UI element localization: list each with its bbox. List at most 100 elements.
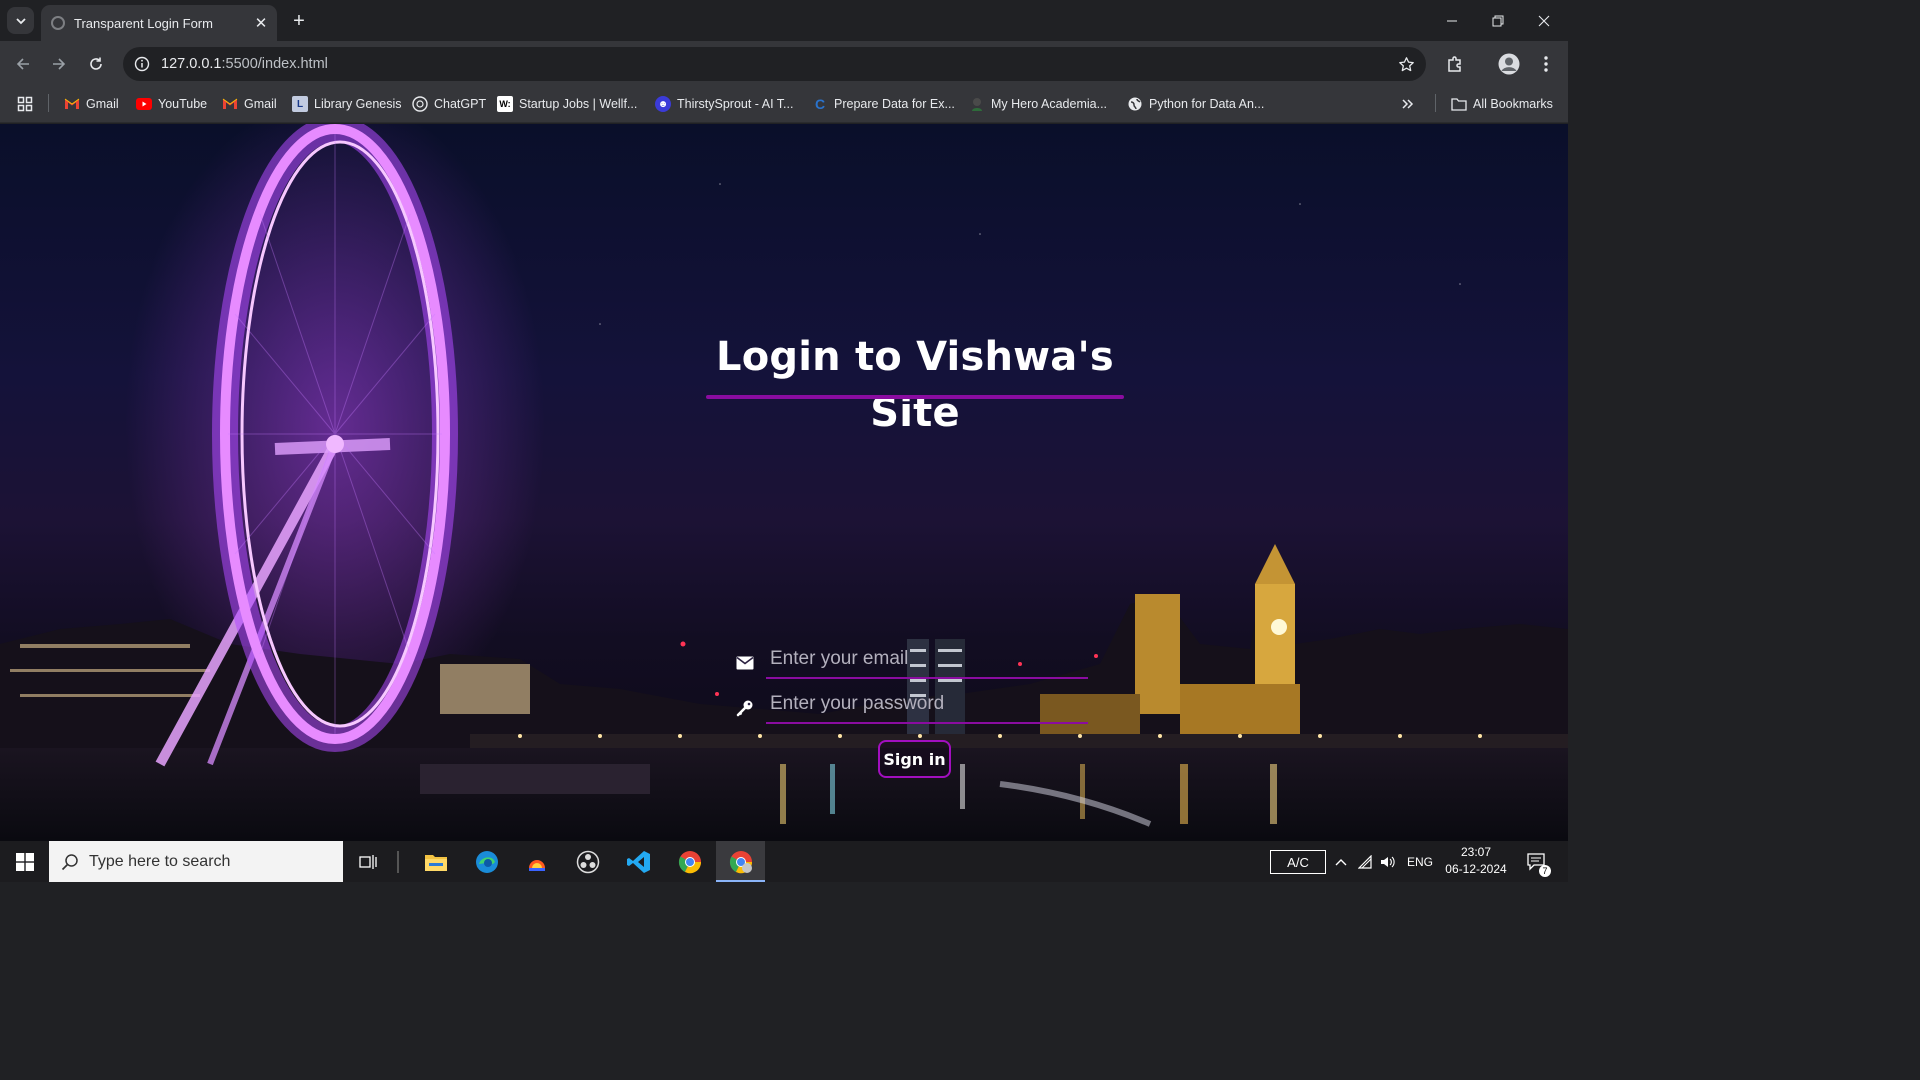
bookmark-my-hero-academia[interactable]: My Hero Academia... <box>969 93 1107 115</box>
close-icon <box>1538 15 1550 26</box>
library-genesis-icon: L <box>292 96 308 112</box>
profile-button[interactable] <box>1494 49 1524 79</box>
task-view-button[interactable] <box>350 841 386 882</box>
bookmark-thirstysprout[interactable]: ☻ ThirstySprout - AI T... <box>655 93 793 115</box>
background-london-night-photo <box>0 124 1568 841</box>
volume-button[interactable] <box>1378 841 1398 882</box>
system-clock[interactable]: 23:07 06-12-2024 <box>1440 844 1512 878</box>
more-vertical-icon <box>1544 56 1548 72</box>
tab-title: Transparent Login Form <box>74 15 213 31</box>
bookmark-label: Python for Data An... <box>1149 97 1265 111</box>
anime-icon <box>969 96 985 112</box>
globe-icon <box>51 16 65 30</box>
bookmark-label: My Hero Academia... <box>991 97 1108 111</box>
close-window-button[interactable] <box>1521 0 1567 41</box>
bookmark-wellfound[interactable]: W: Startup Jobs | Wellf... <box>497 93 637 115</box>
ac-indicator[interactable]: A/C <box>1270 850 1326 874</box>
password-input[interactable] <box>766 686 1088 722</box>
globe-icon <box>1127 96 1143 112</box>
bookmark-label: Gmail <box>244 97 277 111</box>
chrome-icon <box>678 850 701 873</box>
bookmark-coursera[interactable]: C Prepare Data for Ex... <box>812 93 955 115</box>
tab-active[interactable]: Transparent Login Form ✕ <box>41 5 277 41</box>
notification-count-badge: 7 <box>1539 865 1551 877</box>
bookmark-python-data[interactable]: Python for Data An... <box>1127 93 1264 115</box>
taskbar-search-box[interactable]: Type here to search <box>49 841 343 882</box>
reload-button[interactable] <box>81 49 111 79</box>
bookmark-gmail-1[interactable]: Gmail <box>64 93 119 115</box>
windows-taskbar: Type here to search A/C ENG 23:07 06-12-… <box>0 841 1568 882</box>
active-app-indicator <box>716 880 765 882</box>
envelope-icon <box>734 652 756 674</box>
notification-center-button[interactable]: 7 <box>1520 841 1554 882</box>
back-button[interactable] <box>8 49 38 79</box>
chevron-up-icon <box>1335 858 1347 865</box>
apps-grid-icon <box>17 96 33 112</box>
more-bookmarks-button[interactable] <box>1401 93 1415 115</box>
bookmark-library-genesis[interactable]: L Library Genesis <box>292 93 402 115</box>
youtube-icon <box>136 96 152 112</box>
browser-menu-button[interactable] <box>1531 49 1561 79</box>
login-form: Login to Vishwa's Site Sign in <box>700 329 1130 778</box>
extensions-button[interactable] <box>1440 49 1470 79</box>
email-field[interactable] <box>766 641 1088 679</box>
language-label: ENG <box>1406 854 1433 869</box>
chrome-button[interactable] <box>665 841 714 882</box>
bookmark-star-icon[interactable] <box>1386 56 1426 73</box>
gmail-icon <box>64 96 80 112</box>
app-button-colorful[interactable] <box>512 841 561 882</box>
bookmarks-divider <box>1435 94 1436 112</box>
page-title: Login to Vishwa's Site <box>716 334 1114 436</box>
vscode-button[interactable] <box>614 841 663 882</box>
chrome-profile-button[interactable] <box>716 841 765 882</box>
tab-search-button[interactable] <box>7 7 34 34</box>
password-field[interactable] <box>766 686 1088 724</box>
site-info-icon[interactable] <box>125 56 159 72</box>
bookmark-chatgpt[interactable]: ChatGPT <box>412 93 486 115</box>
forward-button[interactable] <box>44 49 74 79</box>
folder-icon <box>424 854 447 871</box>
restore-icon <box>1492 15 1504 26</box>
all-bookmarks-button[interactable]: All Bookmarks <box>1451 93 1553 115</box>
sign-in-button[interactable]: Sign in <box>878 740 951 778</box>
bookmark-gmail-2[interactable]: Gmail <box>222 93 277 115</box>
arrow-left-icon <box>16 58 29 70</box>
language-indicator[interactable]: ENG <box>1403 841 1437 882</box>
address-bar[interactable]: 127.0.0.1:5500/index.html <box>123 47 1426 81</box>
bookmark-label: Prepare Data for Ex... <box>834 97 955 111</box>
key-icon <box>734 697 756 719</box>
url-path: :5500/index.html <box>221 56 328 72</box>
new-tab-button[interactable]: + <box>286 8 312 34</box>
obs-button[interactable] <box>563 841 612 882</box>
bookmark-label: Library Genesis <box>314 97 402 111</box>
reload-icon <box>90 57 102 70</box>
file-explorer-button[interactable] <box>411 841 460 882</box>
bookmarks-bar: Gmail YouTube Gmail L Library Genesis Ch… <box>0 86 1568 123</box>
email-input[interactable] <box>766 641 1088 677</box>
url-host: 127.0.0.1 <box>161 56 222 72</box>
chrome-icon <box>729 850 752 873</box>
close-tab-icon[interactable]: ✕ <box>249 14 273 32</box>
chatgpt-icon <box>412 96 428 112</box>
title-underline <box>706 395 1124 399</box>
bookmark-label: YouTube <box>158 97 208 111</box>
restore-button[interactable] <box>1475 0 1521 41</box>
bookmarks-divider <box>48 94 49 112</box>
edge-button[interactable] <box>462 841 511 882</box>
show-hidden-icons-button[interactable] <box>1332 841 1350 882</box>
bookmark-youtube[interactable]: YouTube <box>136 93 207 115</box>
network-button[interactable] <box>1356 841 1376 882</box>
thirstysprout-icon: ☻ <box>655 96 671 112</box>
arrow-right-icon <box>53 58 66 70</box>
apps-button[interactable] <box>17 93 33 115</box>
start-button[interactable] <box>0 841 49 882</box>
wifi-icon <box>1358 854 1372 869</box>
taskbar-divider <box>397 851 399 873</box>
bookmark-label: Startup Jobs | Wellf... <box>519 97 638 111</box>
taskbar-search-placeholder: Type here to search <box>89 852 231 870</box>
tab-strip: Transparent Login Form ✕ + <box>0 0 1568 41</box>
puzzle-icon <box>1448 56 1461 72</box>
chevron-double-right-icon <box>1402 99 1414 109</box>
page-viewport: Login to Vishwa's Site Sign in <box>0 124 1568 841</box>
minimize-button[interactable] <box>1429 0 1475 41</box>
